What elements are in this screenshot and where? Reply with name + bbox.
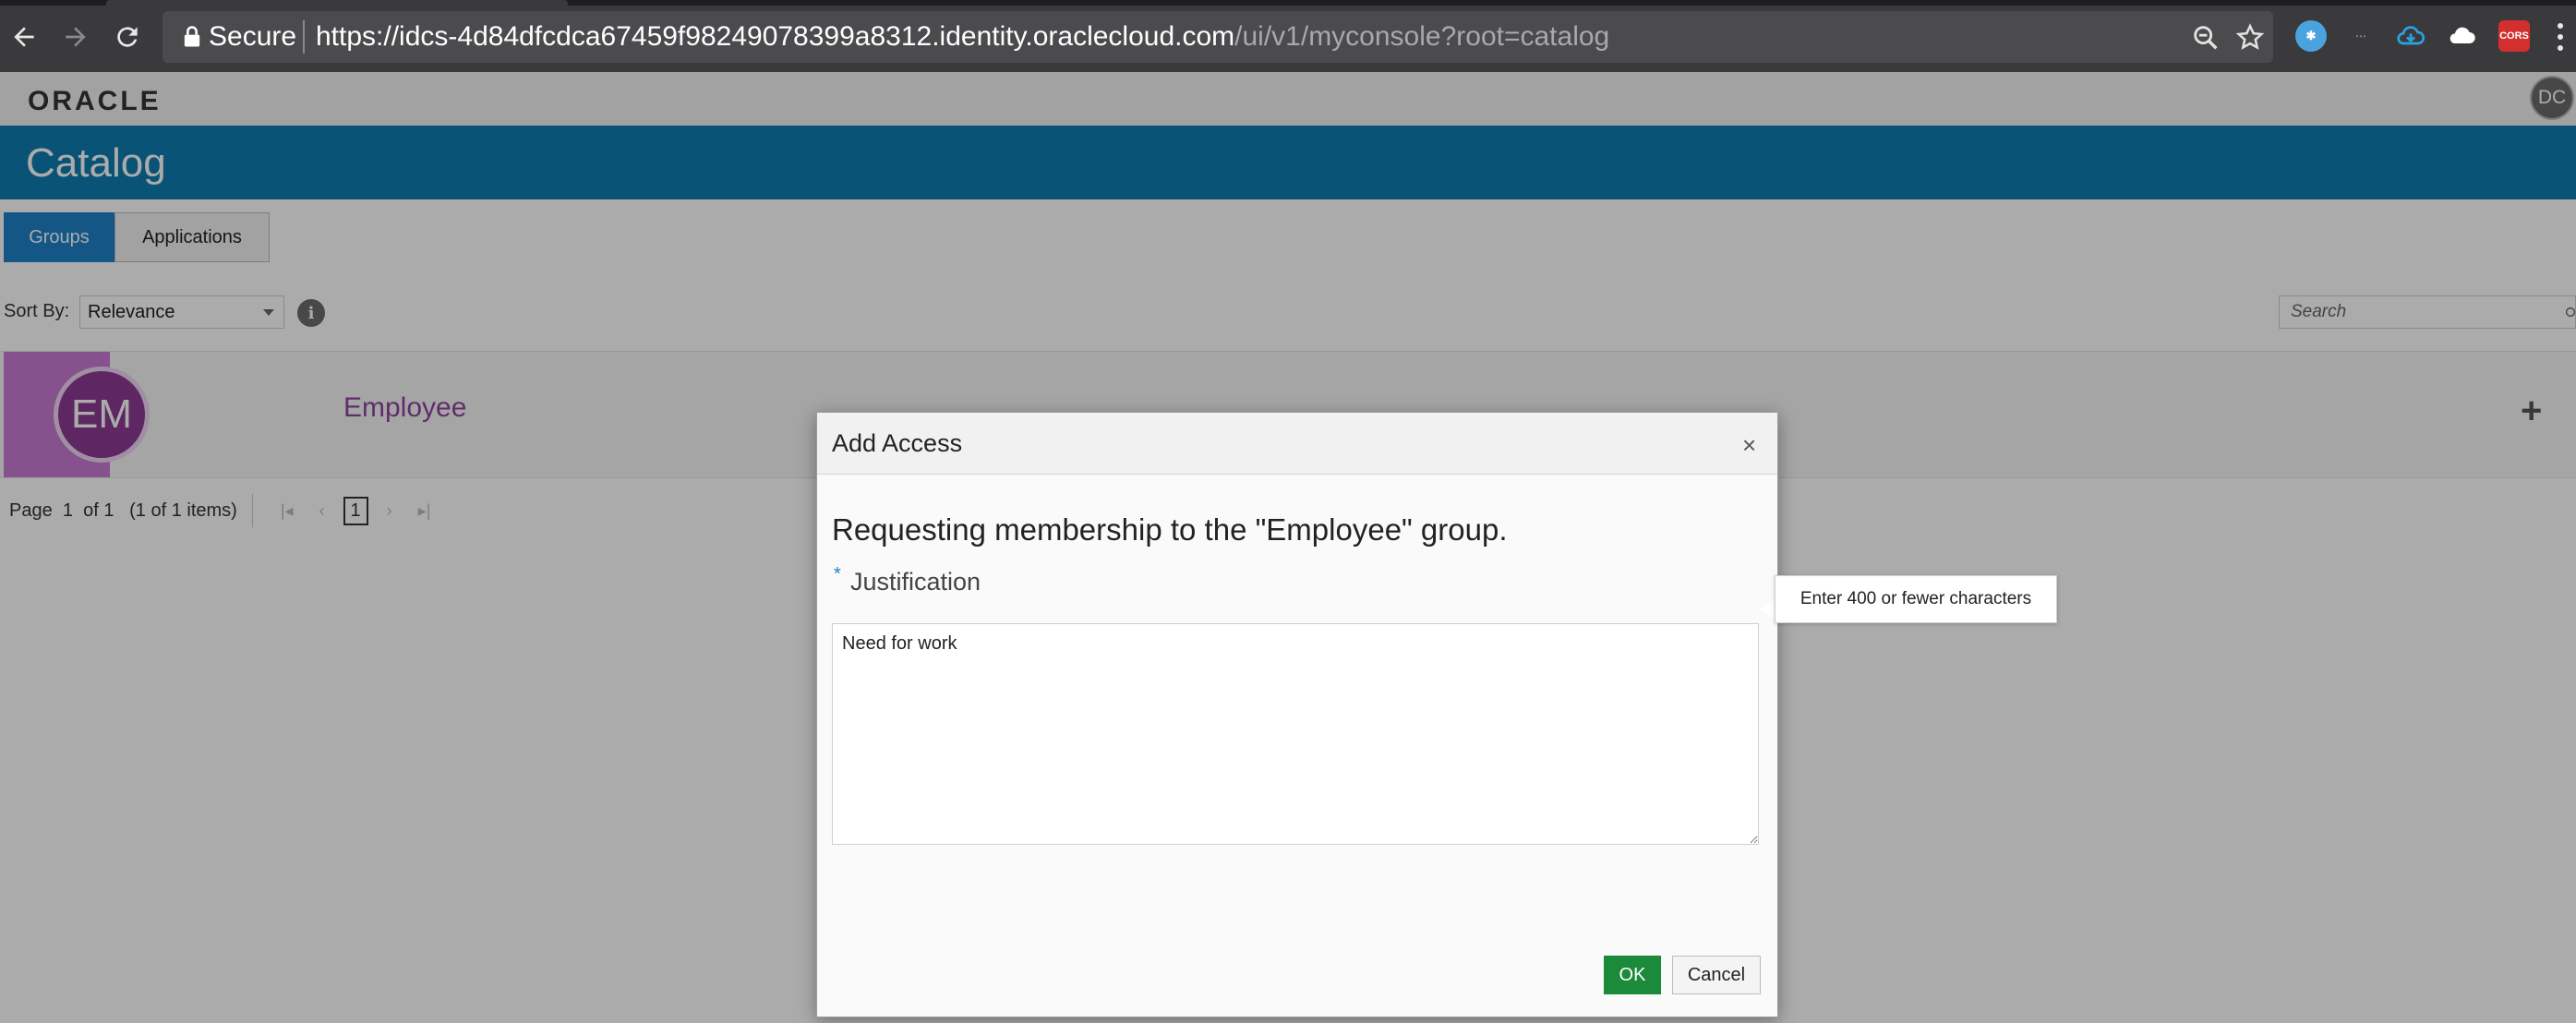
tooltip-pointer — [1760, 600, 1775, 619]
required-marker: * — [834, 564, 841, 584]
lock-icon — [184, 26, 200, 47]
browser-chrome: Secure https://idcs-4d84dfcdca67459f9824… — [0, 0, 2576, 72]
url-separator — [303, 20, 305, 54]
tab-strip — [0, 0, 2576, 6]
browser-tab[interactable] — [106, 0, 568, 6]
url-host: https://idcs-4d84dfcdca67459f98249078399… — [316, 21, 1235, 52]
back-icon[interactable] — [4, 17, 44, 57]
cancel-button[interactable]: Cancel — [1672, 956, 1761, 994]
url-path: /ui/v1/myconsole?root=catalog — [1234, 21, 1610, 52]
url-text[interactable]: https://idcs-4d84dfcdca67459f98249078399… — [316, 21, 1609, 53]
extension-snowflake-icon[interactable]: ✱ — [2295, 20, 2327, 52]
extension-cloud-download-icon[interactable] — [2395, 20, 2426, 52]
justification-textarea[interactable]: Need for work — [832, 623, 1759, 845]
forward-icon[interactable] — [55, 17, 96, 57]
close-icon[interactable]: × — [1742, 431, 1756, 460]
address-bar[interactable]: Secure https://idcs-4d84dfcdca67459f9824… — [163, 11, 2273, 63]
add-access-dialog: Add Access × Requesting membership to th… — [816, 412, 1778, 1017]
dialog-message: Requesting membership to the "Employee" … — [832, 512, 1508, 547]
extension-cloud-icon[interactable] — [2447, 20, 2478, 52]
character-limit-tooltip: Enter 400 or fewer characters — [1775, 575, 2057, 623]
ok-button[interactable]: OK — [1604, 956, 1661, 994]
bookmark-star-icon[interactable] — [2234, 22, 2266, 54]
menu-icon[interactable] — [2558, 20, 2567, 52]
secure-label: Secure — [209, 21, 297, 52]
dialog-title: Add Access — [832, 429, 963, 457]
justification-label: Justification — [850, 568, 981, 596]
zoom-icon[interactable] — [2190, 22, 2221, 54]
dialog-header: Add Access × — [817, 413, 1777, 475]
extension-text-icon[interactable]: ⋯ — [2345, 20, 2377, 52]
extension-cors-icon[interactable]: CORS — [2498, 20, 2530, 52]
reload-icon[interactable] — [107, 17, 148, 57]
